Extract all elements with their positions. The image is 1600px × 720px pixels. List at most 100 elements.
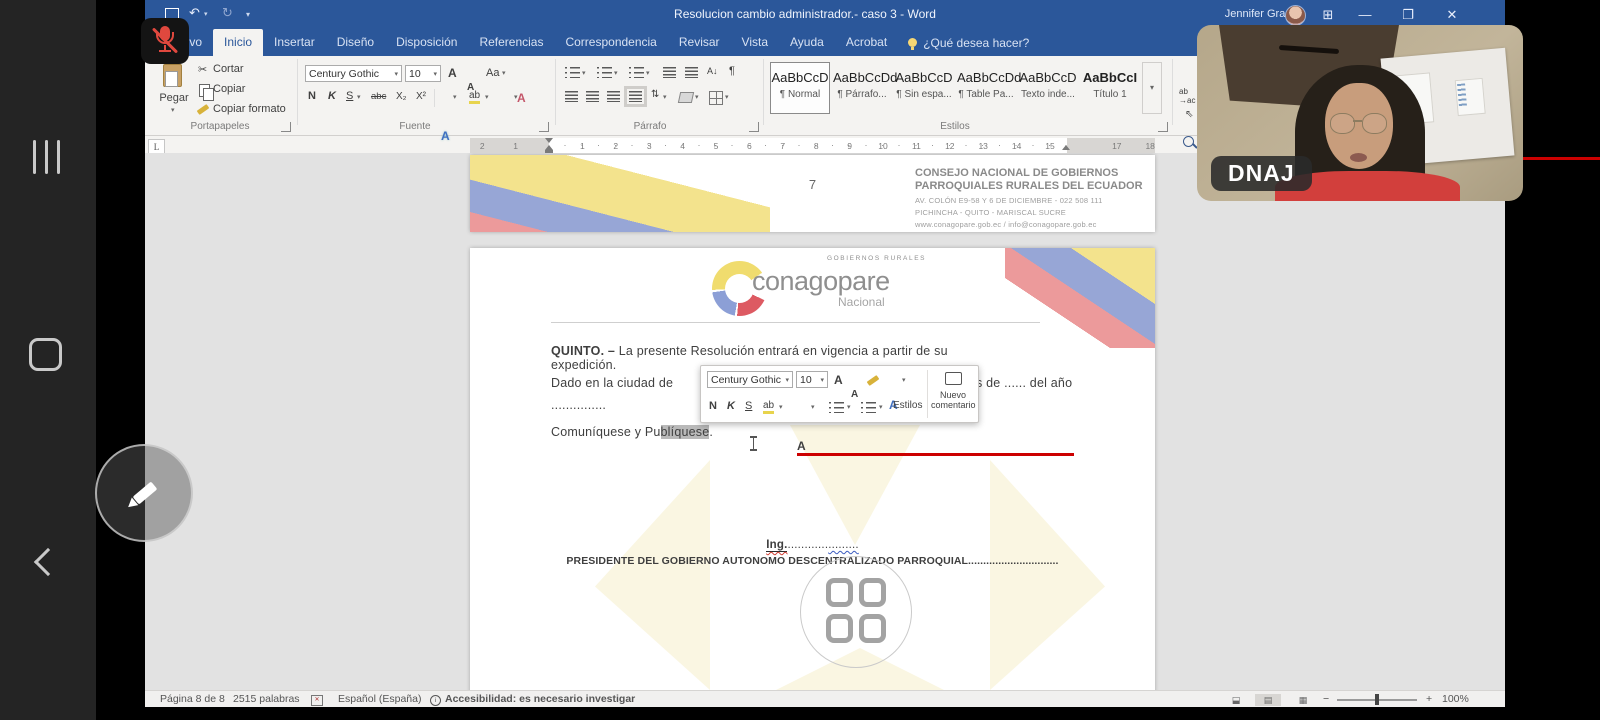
- hanging-indent-marker[interactable]: [545, 145, 553, 153]
- style-table-paragraph[interactable]: AaBbCcDd ¶ Table Pa...: [956, 62, 1016, 114]
- grip-icon[interactable]: [57, 140, 60, 174]
- mini-font-name-combo[interactable]: Century Gothic▾: [707, 371, 793, 388]
- grip-icon[interactable]: [33, 140, 36, 174]
- tab-insertar[interactable]: Insertar: [263, 29, 326, 56]
- account-avatar[interactable]: [1285, 5, 1306, 26]
- search-icon[interactable]: [1183, 136, 1194, 147]
- qat-customize-icon[interactable]: ▾: [246, 10, 250, 19]
- underline-dropdown-icon[interactable]: ▾: [357, 93, 361, 101]
- tab-disposicion[interactable]: Disposición: [385, 29, 468, 56]
- style-normal[interactable]: AaBbCcD ¶ Normal: [770, 62, 830, 114]
- highlight-dropdown-icon[interactable]: ▾: [485, 93, 489, 101]
- line-spacing-dropdown-icon[interactable]: ▾: [663, 93, 667, 101]
- mini-estilos-button[interactable]: Estilos: [893, 400, 922, 411]
- ribbon-display-options-icon[interactable]: ⊞: [1313, 6, 1343, 24]
- change-case-icon[interactable]: Aa: [486, 67, 499, 79]
- line-spacing-icon[interactable]: ⇅: [651, 89, 659, 100]
- new-comment-button[interactable]: Nuevo comentario: [931, 370, 975, 418]
- paste-button[interactable]: Pegar ▾: [155, 62, 193, 120]
- borders-dropdown-icon[interactable]: ▾: [725, 93, 729, 101]
- styles-more-button[interactable]: ▾: [1142, 62, 1162, 114]
- restore-button[interactable]: ❐: [1393, 6, 1423, 24]
- style-parrafo[interactable]: AaBbCcDd ¶ Párrafo...: [832, 62, 892, 114]
- paragraph-comuniquese[interactable]: Comuníquese y Publíquese.: [551, 425, 713, 439]
- bold-button[interactable]: N: [308, 90, 316, 102]
- text-effects-dropdown-icon[interactable]: ▾: [453, 93, 457, 101]
- mini-bullets-icon[interactable]: [829, 402, 844, 413]
- underline-button[interactable]: S: [346, 90, 353, 102]
- shading-icon[interactable]: [678, 92, 694, 103]
- bullets-icon[interactable]: [565, 67, 580, 78]
- mini-numbering-dropdown-icon[interactable]: ▾: [879, 403, 883, 411]
- tab-diseno[interactable]: Diseño: [326, 29, 385, 56]
- cut-icon[interactable]: ✂: [198, 63, 207, 76]
- zoom-level[interactable]: 100%: [1442, 693, 1469, 705]
- shading-dropdown-icon[interactable]: ▾: [695, 93, 699, 101]
- signature-title-line[interactable]: PRESIDENTE DEL GOBIERNO AUTONOMO DESCENT…: [470, 555, 1155, 567]
- cut-button[interactable]: Cortar: [213, 63, 244, 75]
- tab-correspondencia[interactable]: Correspondencia: [554, 29, 667, 56]
- paragraph-dots[interactable]: ...............: [551, 398, 606, 412]
- page-8[interactable]: conagopare GOBIERNOS RURALES Nacional QU…: [470, 248, 1155, 690]
- word-count[interactable]: 2515 palabras: [233, 693, 300, 705]
- clipboard-dialog-launcher-icon[interactable]: [281, 122, 291, 132]
- accessibility-icon[interactable]: i: [430, 695, 441, 706]
- borders-icon[interactable]: [709, 91, 723, 105]
- justify-icon[interactable]: [629, 91, 642, 102]
- paragraph-dialog-launcher-icon[interactable]: [749, 122, 759, 132]
- format-painter-icon[interactable]: [197, 104, 210, 115]
- right-indent-marker[interactable]: [1062, 145, 1070, 150]
- collapse-chevron-icon[interactable]: [34, 548, 62, 576]
- font-color-dropdown-icon[interactable]: ▾: [514, 93, 518, 101]
- close-button[interactable]: ✕: [1437, 6, 1467, 24]
- bullets-dropdown-icon[interactable]: ▾: [582, 69, 586, 77]
- mini-highlight-button[interactable]: ab: [763, 400, 774, 414]
- style-sin-espaciado[interactable]: AaBbCcD ¶ Sin espa...: [894, 62, 954, 114]
- multilevel-dropdown-icon[interactable]: ▾: [646, 69, 650, 77]
- undo-dropdown-icon[interactable]: ▾: [204, 10, 208, 18]
- read-mode-icon[interactable]: ⬓: [1223, 694, 1249, 706]
- muted-mic-button[interactable]: [141, 18, 189, 64]
- signature-ing-line[interactable]: Ing......................: [470, 539, 1155, 551]
- tab-inicio[interactable]: Inicio: [213, 29, 263, 56]
- mini-numbering-icon[interactable]: [861, 402, 876, 413]
- print-layout-icon[interactable]: ▤: [1255, 694, 1281, 706]
- tab-vista[interactable]: Vista: [731, 29, 779, 56]
- accessibility-status[interactable]: Accesibilidad: es necesario investigar: [445, 693, 635, 705]
- case-dropdown-icon[interactable]: ▾: [502, 69, 506, 77]
- zoom-out-button[interactable]: −: [1323, 693, 1329, 705]
- font-dialog-launcher-icon[interactable]: [539, 122, 549, 132]
- replace-icon[interactable]: ab→ac: [1179, 87, 1195, 105]
- style-texto-independiente[interactable]: AaBbCcD Texto inde...: [1018, 62, 1078, 114]
- align-center-icon[interactable]: [586, 91, 599, 102]
- align-right-icon[interactable]: [607, 91, 620, 102]
- stop-share-icon[interactable]: [29, 338, 62, 371]
- mini-styles-dropdown-icon[interactable]: ▾: [902, 376, 906, 384]
- proofing-errors-icon[interactable]: ✕: [311, 695, 323, 706]
- subscript-button[interactable]: X₂: [396, 91, 407, 102]
- paragraph-dado-left[interactable]: Dado en la ciudad de: [551, 376, 673, 390]
- numbering-dropdown-icon[interactable]: ▾: [614, 69, 618, 77]
- font-size-combo[interactable]: 10▾: [405, 65, 441, 82]
- tab-referencias[interactable]: Referencias: [468, 29, 554, 56]
- language-indicator[interactable]: Español (España): [338, 693, 421, 705]
- style-titulo-1[interactable]: AaBbCcI Título 1: [1080, 62, 1140, 114]
- web-layout-icon[interactable]: ▦: [1290, 694, 1316, 706]
- multilevel-list-icon[interactable]: [629, 67, 644, 78]
- minimize-button[interactable]: —: [1350, 6, 1380, 24]
- select-cursor-icon[interactable]: ⇖: [1185, 109, 1193, 120]
- numbering-icon[interactable]: [597, 67, 612, 78]
- tab-acrobat[interactable]: Acrobat: [835, 29, 898, 56]
- page-7[interactable]: 7 CONSEJO NACIONAL DE GOBIERNOS PARROQUI…: [470, 155, 1155, 232]
- highlight-button[interactable]: ab: [469, 90, 480, 104]
- mini-highlight-dropdown-icon[interactable]: ▾: [779, 403, 783, 411]
- horizontal-ruler[interactable]: [470, 138, 1155, 153]
- webcam-overlay[interactable]: DNAJ: [1197, 25, 1523, 201]
- undo-icon[interactable]: ↶: [189, 5, 200, 21]
- mini-bullets-dropdown-icon[interactable]: ▾: [847, 403, 851, 411]
- first-line-indent-marker[interactable]: [545, 138, 553, 143]
- mini-underline-button[interactable]: S: [745, 400, 752, 412]
- mini-font-color-button[interactable]: A: [797, 439, 1074, 456]
- zoom-in-button[interactable]: +: [1426, 693, 1432, 705]
- mini-font-color-dropdown-icon[interactable]: ▾: [811, 403, 815, 411]
